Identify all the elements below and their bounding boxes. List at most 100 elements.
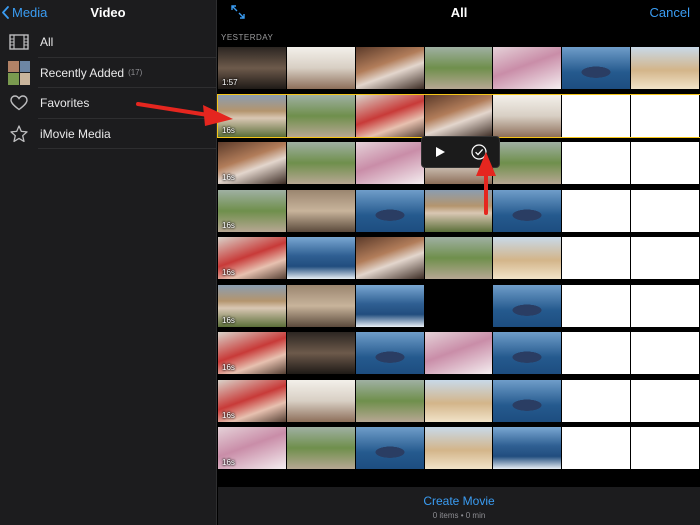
video-clip-thumbnail[interactable] [355,237,425,279]
media-browser: All Cancel YESTERDAY 1:57 16s 16s 16s 16… [217,0,700,525]
clip-duration: 16s [222,458,235,467]
sidebar-item-all[interactable]: All [0,27,216,58]
section-label-yesterday: YESTERDAY [221,33,274,42]
video-clip-thumbnail[interactable] [562,189,632,232]
video-clip-thumbnail[interactable] [424,189,494,232]
video-clip-thumbnail[interactable]: 16s [218,94,287,137]
clip-duration: 16s [222,125,235,135]
video-clip-thumbnail[interactable] [562,379,632,422]
video-clip-thumbnail[interactable] [286,47,356,89]
video-clip-thumbnail[interactable] [562,94,632,137]
video-clip-thumbnail[interactable] [562,427,632,469]
video-category-list: All Recently Added (17) Favorites iMovie… [0,27,216,149]
video-clip-thumbnail[interactable] [355,332,425,374]
video-clip-thumbnail[interactable] [286,94,356,137]
clip-row: 16s [218,284,700,327]
recent-count-badge: (17) [128,68,143,78]
video-clip-thumbnail[interactable] [355,379,425,422]
video-clip-thumbnail[interactable]: 16s [218,427,287,469]
clip-duration: 16s [222,220,235,230]
video-clip-thumbnail[interactable]: 16s [218,379,287,422]
video-clip-thumbnail[interactable] [355,189,425,232]
sidebar-item-imovie-media[interactable]: iMovie Media [0,119,216,150]
video-clip-thumbnail[interactable] [631,237,700,279]
video-clip-thumbnail[interactable] [631,332,700,374]
sidebar-item-label: All [40,35,54,50]
video-clip-thumbnail[interactable] [493,189,563,232]
video-clip-thumbnail[interactable] [562,332,632,374]
video-clip-thumbnail[interactable] [355,94,425,137]
video-clip-thumbnail[interactable] [493,379,563,422]
video-clip-thumbnail[interactable] [631,142,700,184]
clip-action-popup [422,137,499,167]
video-clip-thumbnail[interactable]: 16s [218,332,287,374]
video-clip-thumbnail[interactable] [355,142,425,184]
sidebar: Media Video All Recently Added (17) Favo… [0,0,217,525]
video-clip-thumbnail[interactable] [424,332,494,374]
cancel-button[interactable]: Cancel [650,5,690,20]
video-clip-thumbnail[interactable] [631,189,700,232]
video-clip-thumbnail[interactable] [493,47,563,89]
sidebar-title: Video [90,5,126,20]
video-clip-thumbnail[interactable] [286,427,356,469]
video-clip-thumbnail[interactable] [286,237,356,279]
video-clip-thumbnail[interactable] [355,284,425,327]
video-clip-thumbnail[interactable] [424,379,494,422]
video-clip-thumbnail[interactable] [286,142,356,184]
video-clip-thumbnail[interactable] [286,284,356,327]
video-clip-thumbnail[interactable] [493,284,563,327]
video-clip-thumbnail[interactable] [424,237,494,279]
clip-row: 1:57 [218,47,700,89]
video-clip-thumbnail[interactable] [424,284,494,327]
video-clip-thumbnail[interactable] [286,189,356,232]
sidebar-item-favorites[interactable]: Favorites [0,88,216,119]
video-clip-thumbnail[interactable] [631,427,700,469]
clip-duration: 16s [222,315,235,325]
video-clip-thumbnail[interactable] [562,284,632,327]
clip-duration: 16s [222,268,235,277]
sidebar-header: Media Video [0,0,216,27]
clip-duration: 16s [222,410,235,420]
video-clip-thumbnail[interactable]: 16s [218,189,287,232]
clip-row: 16s [218,379,700,422]
video-clip-thumbnail[interactable] [493,142,563,184]
video-clip-thumbnail[interactable] [493,427,563,469]
checkmark-circle-icon[interactable] [471,144,487,160]
clip-duration: 16s [222,173,235,182]
video-clip-thumbnail[interactable] [424,94,494,137]
create-movie-button[interactable]: Create Movie [218,494,700,508]
clip-row-selected: 16s [217,93,700,138]
play-icon[interactable] [434,146,446,158]
video-clip-thumbnail[interactable] [562,237,632,279]
video-clip-thumbnail[interactable]: 1:57 [218,47,287,89]
video-clip-thumbnail[interactable] [355,47,425,89]
film-strip-icon [8,31,30,53]
star-icon [8,123,30,145]
video-clip-thumbnail[interactable]: 16s [218,142,287,184]
video-clip-thumbnail[interactable] [631,284,700,327]
video-clip-thumbnail[interactable] [424,47,494,89]
selection-summary: 0 items • 0 min [432,511,486,520]
video-clip-thumbnail[interactable] [562,47,632,89]
video-clip-thumbnail[interactable] [631,94,700,137]
media-title: All [450,5,468,20]
video-clip-thumbnail[interactable] [562,142,632,184]
video-clip-thumbnail[interactable] [286,332,356,374]
video-clip-thumbnail[interactable] [631,47,700,89]
video-clip-thumbnail[interactable]: 16s [218,284,287,327]
video-clip-thumbnail[interactable] [424,427,494,469]
heart-icon [8,92,30,114]
video-clip-thumbnail[interactable] [493,332,563,374]
sidebar-item-label: Favorites [40,96,90,111]
video-clip-thumbnail[interactable] [631,379,700,422]
video-clip-thumbnail[interactable]: 16s [218,237,287,279]
video-clip-thumbnail[interactable] [355,427,425,469]
sidebar-item-recently-added[interactable]: Recently Added (17) [0,58,216,89]
video-clip-thumbnail[interactable] [286,379,356,422]
clip-row: 16s [218,189,700,232]
sidebar-item-label: Recently Added [40,65,125,80]
sidebar-item-label: iMovie Media [40,126,111,141]
video-clip-thumbnail[interactable] [493,94,563,137]
video-clip-thumbnail[interactable] [493,237,563,279]
recent-thumbnail-icon [8,60,30,85]
